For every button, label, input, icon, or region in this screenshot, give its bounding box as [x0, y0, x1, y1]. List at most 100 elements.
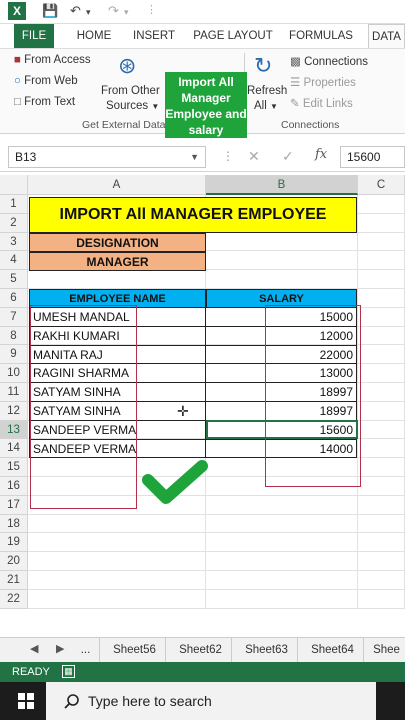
connections-button[interactable]: ▩ Connections	[290, 54, 368, 68]
grid-cell[interactable]	[358, 383, 405, 402]
undo-dropdown-icon[interactable]: ▾	[86, 7, 91, 18]
sheet-tab[interactable]: Sheet62	[170, 638, 232, 662]
grid-cell[interactable]	[28, 589, 206, 609]
grid-cell[interactable]	[206, 589, 358, 609]
row-header[interactable]: 20	[0, 552, 28, 571]
from-text-button[interactable]: □ From Text	[14, 96, 75, 108]
insert-function-icon[interactable]: fx	[315, 147, 327, 162]
undo-icon[interactable]: ↶	[70, 3, 81, 19]
row-header[interactable]: 22	[0, 589, 28, 609]
row-header[interactable]: 2	[0, 213, 28, 233]
grid-cell[interactable]	[28, 552, 206, 571]
grid-cell[interactable]	[358, 477, 405, 496]
row-header[interactable]: 16	[0, 477, 28, 496]
grid-cell[interactable]	[28, 270, 206, 289]
row-header[interactable]: 8	[0, 326, 28, 346]
grid-cell[interactable]	[28, 571, 206, 590]
from-other-sources-label-2[interactable]: Sources ▼	[106, 100, 159, 112]
column-header-a[interactable]: A	[28, 175, 206, 195]
more-sheets-button[interactable]: ...	[72, 638, 100, 662]
row-header[interactable]: 3	[0, 232, 28, 252]
grid-cell[interactable]	[358, 232, 405, 252]
grid-cell[interactable]	[358, 495, 405, 515]
select-all-corner[interactable]	[0, 175, 28, 195]
grid-cell[interactable]	[28, 533, 206, 553]
column-header-c[interactable]: C	[358, 175, 405, 195]
row-header[interactable]: 15	[0, 458, 28, 477]
row-header[interactable]: 5	[0, 270, 28, 289]
cancel-icon[interactable]: ✕	[248, 148, 260, 165]
sheet-title[interactable]: IMPORT All MANAGER EMPLOYEE	[29, 197, 357, 233]
sheet-tab[interactable]: Shee	[368, 638, 405, 662]
active-cell-b13[interactable]	[206, 420, 358, 439]
row-header[interactable]: 7	[0, 307, 28, 327]
grid-cell[interactable]	[358, 213, 405, 233]
grid-cell[interactable]	[358, 514, 405, 534]
macro-record-icon[interactable]: ▦	[62, 665, 75, 678]
grid-cell[interactable]	[206, 270, 358, 289]
edit-links-button[interactable]: ✎ Edit Links	[290, 96, 353, 110]
grid-cell[interactable]	[206, 232, 358, 252]
grid-cell[interactable]	[358, 571, 405, 590]
row-header[interactable]: 21	[0, 571, 28, 590]
tab-page-layout[interactable]: PAGE LAYOUT	[188, 24, 278, 48]
grid-cell[interactable]	[358, 401, 405, 421]
customize-qat-icon[interactable]: ⋮	[146, 3, 157, 16]
grid-cell[interactable]	[206, 514, 358, 534]
redo-dropdown-icon[interactable]: ▾	[124, 7, 129, 18]
enter-icon[interactable]: ✓	[282, 148, 294, 165]
windows-start-icon[interactable]	[18, 693, 34, 709]
row-header[interactable]: 19	[0, 533, 28, 553]
tab-formulas[interactable]: FORMULAS	[286, 24, 356, 48]
designation-label[interactable]: DESIGNATION	[29, 233, 206, 252]
row-header[interactable]: 17	[0, 495, 28, 515]
from-web-button[interactable]: ○ From Web	[14, 75, 78, 87]
grid-cell[interactable]	[206, 571, 358, 590]
grid-cell[interactable]	[206, 495, 358, 515]
grid-cell[interactable]	[358, 251, 405, 271]
grid-cell[interactable]	[206, 251, 358, 271]
grid-cell[interactable]	[358, 364, 405, 383]
row-header[interactable]: 9	[0, 345, 28, 365]
taskbar-search-box[interactable]: Type here to search	[46, 682, 376, 720]
row-header[interactable]: 1	[0, 195, 28, 214]
grid-cell[interactable]	[28, 514, 206, 534]
refresh-all-label-2[interactable]: All ▼	[254, 100, 278, 112]
column-header-b[interactable]: B	[206, 175, 358, 195]
from-other-sources-label-1[interactable]: From Other	[101, 85, 160, 97]
grid-cell[interactable]	[358, 270, 405, 289]
scroll-left-icon[interactable]: ◀	[30, 642, 38, 655]
row-header[interactable]: 4	[0, 251, 28, 271]
designation-value[interactable]: MANAGER	[29, 252, 206, 271]
chevron-down-icon[interactable]: ▼	[190, 147, 199, 167]
row-header[interactable]: 10	[0, 364, 28, 383]
grid-cell[interactable]	[358, 589, 405, 609]
sheet-tab[interactable]: Sheet63	[236, 638, 298, 662]
grid-cell[interactable]	[358, 345, 405, 365]
refresh-all-label-1[interactable]: Refresh	[247, 85, 287, 97]
row-header[interactable]: 13	[0, 420, 28, 440]
tab-data[interactable]: DATA	[368, 24, 405, 48]
sheet-tab[interactable]: Sheet64	[302, 638, 364, 662]
row-header[interactable]: 11	[0, 383, 28, 402]
sheet-tab[interactable]: Sheet56	[104, 638, 166, 662]
grid-cell[interactable]	[358, 307, 405, 327]
grid-cell[interactable]	[358, 552, 405, 571]
redo-icon[interactable]: ↷	[108, 3, 119, 19]
grid-cell[interactable]	[358, 195, 405, 214]
name-box[interactable]: B13 ▼	[8, 146, 206, 168]
row-header[interactable]: 12	[0, 401, 28, 421]
worksheet-grid[interactable]: A B C 1 2 3 4 5 6 7 8 9 10 11 12 13 14 15 16 17 18 19 20 21 2…	[0, 175, 405, 635]
scroll-right-icon[interactable]: ▶	[56, 642, 64, 655]
grid-cell[interactable]	[358, 289, 405, 308]
row-header[interactable]: 14	[0, 439, 28, 459]
row-header[interactable]: 6	[0, 289, 28, 308]
grid-cell[interactable]	[358, 439, 405, 459]
grid-cell[interactable]	[358, 420, 405, 440]
save-icon[interactable]: 💾	[42, 3, 58, 19]
grid-cell[interactable]	[358, 533, 405, 553]
grid-cell[interactable]	[206, 533, 358, 553]
grid-cell[interactable]	[358, 458, 405, 477]
properties-button[interactable]: ☰ Properties	[290, 75, 356, 89]
grid-cell[interactable]	[206, 552, 358, 571]
